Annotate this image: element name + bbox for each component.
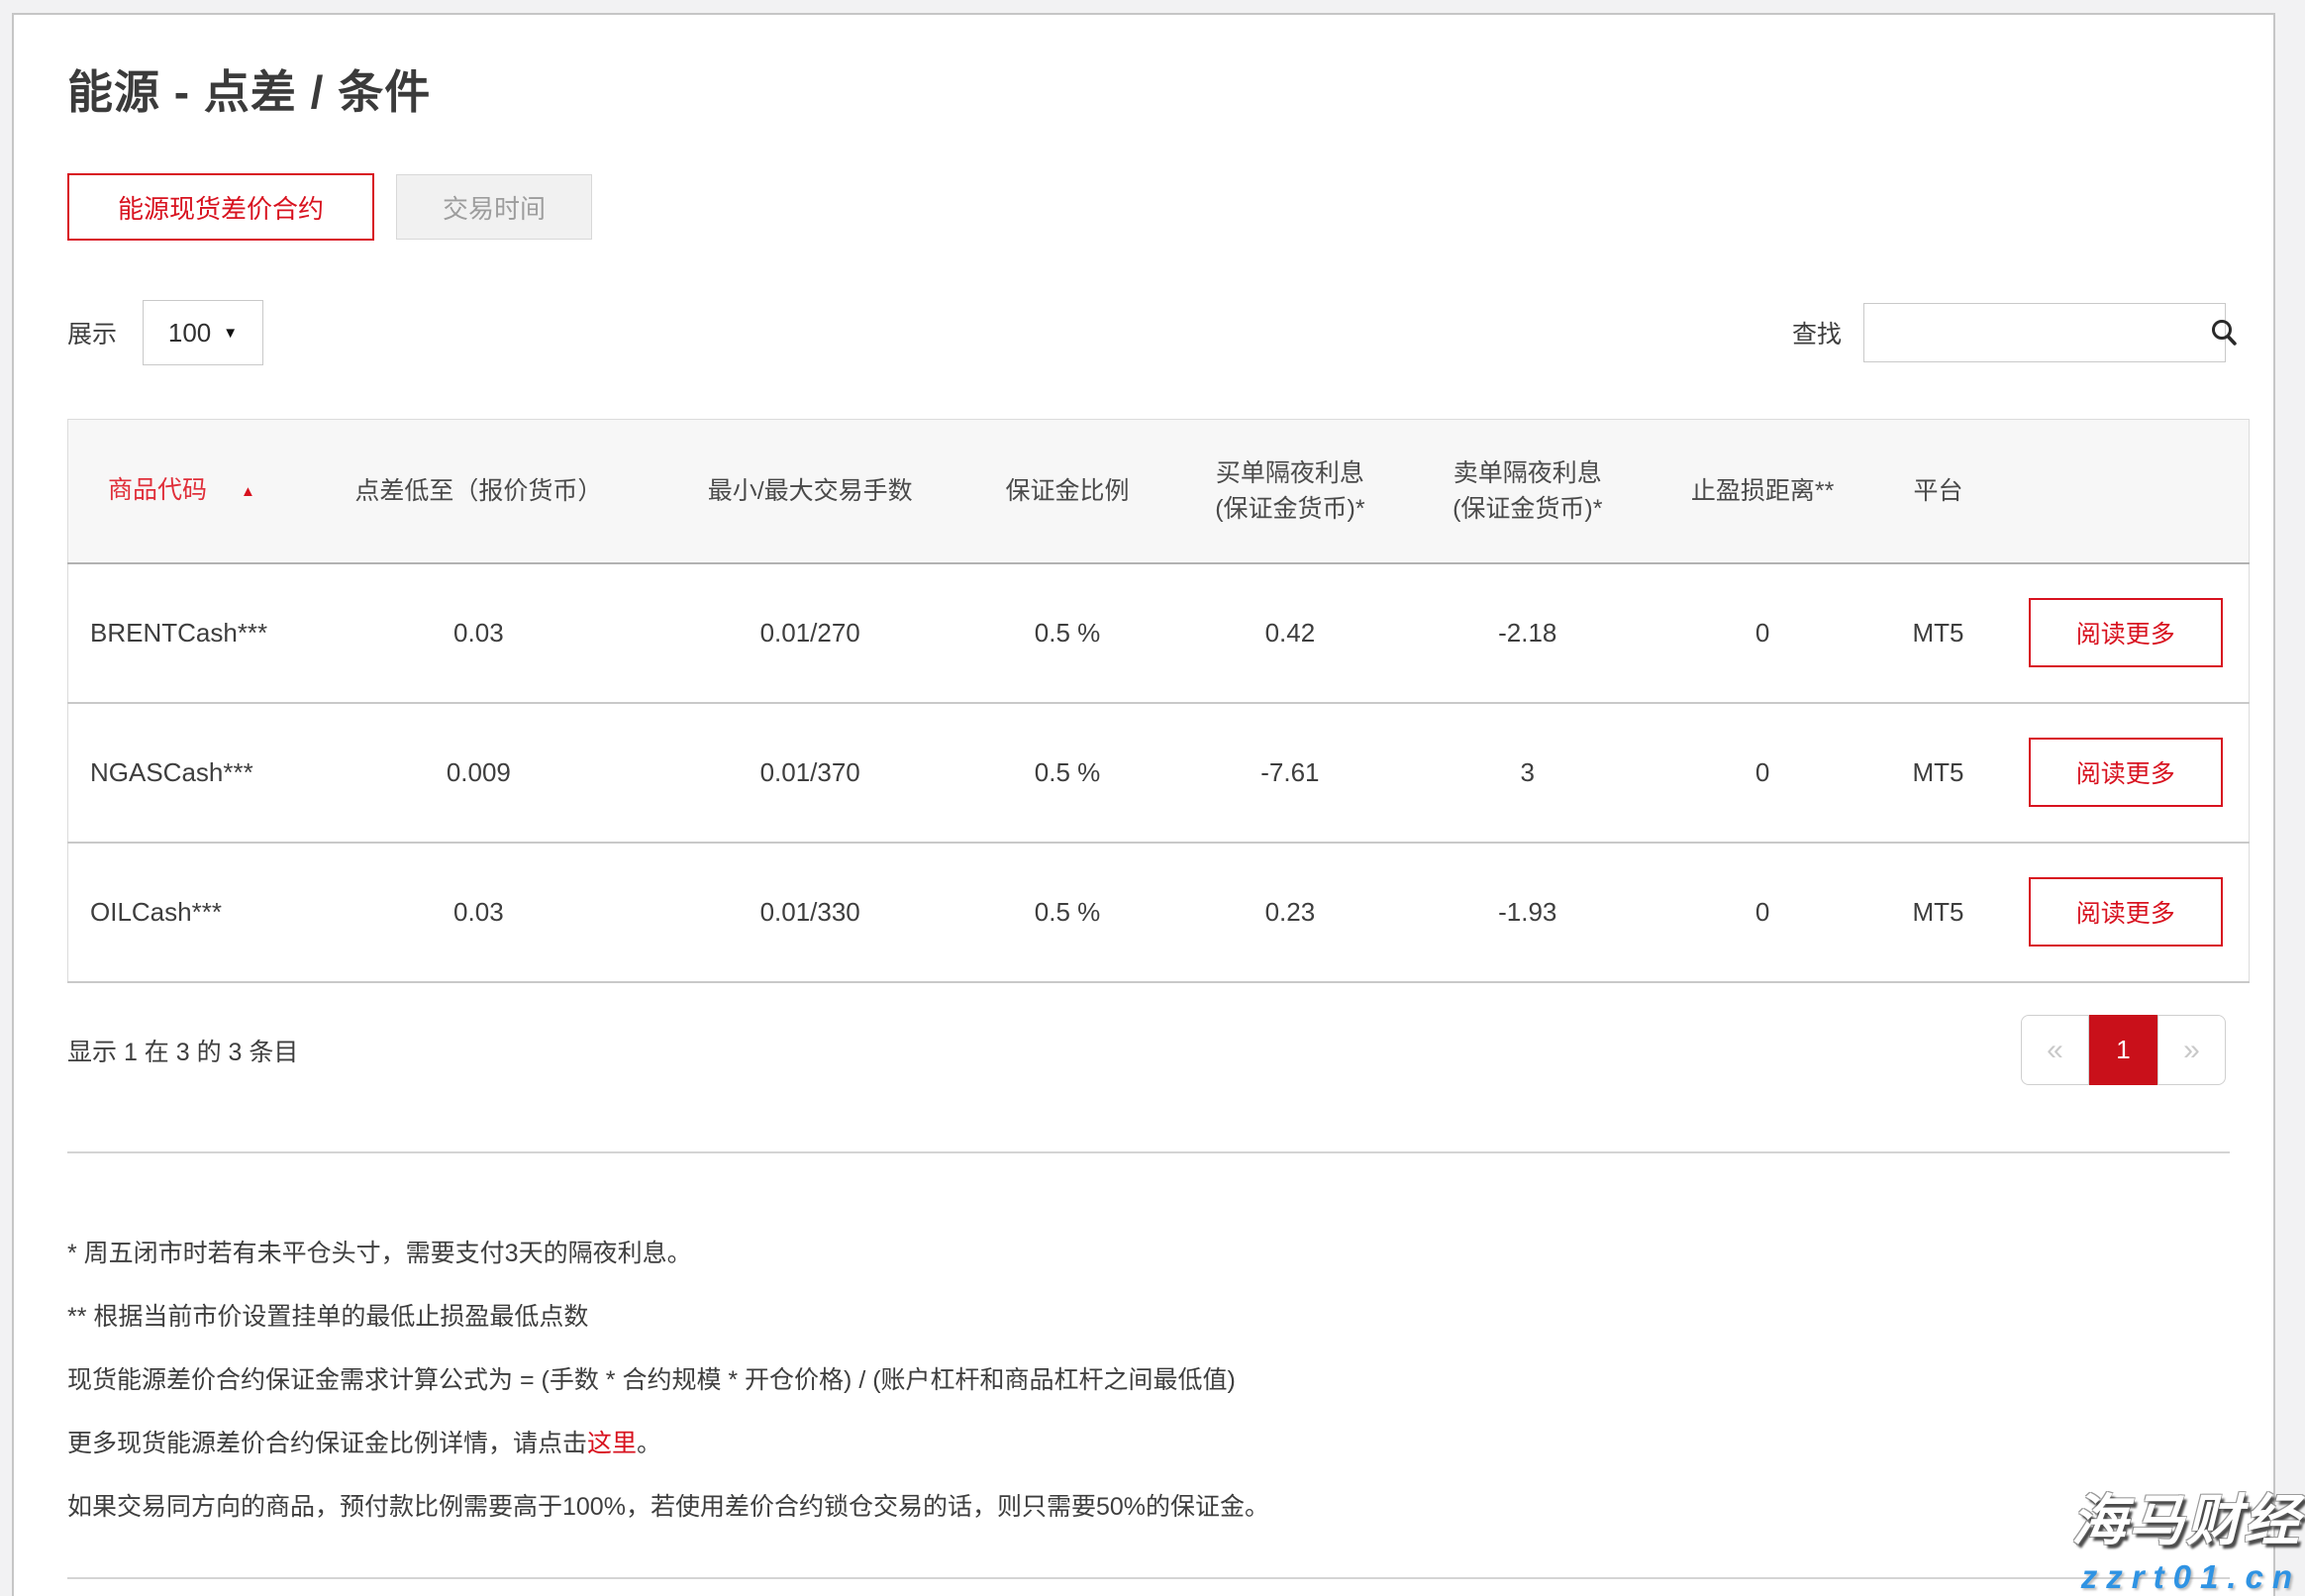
cell-swap-long: 0.42 bbox=[1176, 563, 1404, 703]
cell-symbol: OILCash*** bbox=[68, 843, 296, 982]
cell-stop-distance: 0 bbox=[1652, 843, 1874, 982]
table-controls: 展示 100 ▼ 查找 bbox=[67, 300, 2226, 365]
search-input[interactable] bbox=[1864, 304, 2209, 361]
page-size-select[interactable]: 100 ▼ bbox=[143, 300, 263, 365]
table-row-ngascash: NGASCash*** 0.009 0.01/370 0.5 % -7.61 3… bbox=[68, 703, 2250, 843]
chevron-down-icon: ▼ bbox=[223, 325, 238, 342]
column-header-stop-distance[interactable]: 止盈损距离** bbox=[1652, 420, 1874, 563]
margin-note-suffix: 。 bbox=[637, 1430, 661, 1457]
cell-margin: 0.5 % bbox=[958, 843, 1176, 982]
cell-symbol: BRENTCash*** bbox=[68, 563, 296, 703]
search-icon[interactable] bbox=[2209, 318, 2239, 348]
cell-swap-short: -2.18 bbox=[1404, 563, 1652, 703]
cell-stop-distance: 0 bbox=[1652, 563, 1874, 703]
pagination-prev-button[interactable]: « bbox=[2021, 1015, 2089, 1085]
page-size-group: 展示 100 ▼ bbox=[67, 300, 263, 365]
cell-lots: 0.01/370 bbox=[661, 703, 958, 843]
cell-spread: 0.03 bbox=[295, 843, 661, 982]
tab-bar: 能源现货差价合约 交易时间 bbox=[67, 173, 2273, 241]
cell-spread: 0.03 bbox=[295, 563, 661, 703]
column-header-swap-short[interactable]: 卖单隔夜利息 (保证金货币)* bbox=[1404, 420, 1652, 563]
margin-note-prefix: 更多现货能源差价合约保证金比例详情，请点击 bbox=[67, 1430, 587, 1457]
footnote-margin-details: 更多现货能源差价合约保证金比例详情，请点击这里。 bbox=[67, 1427, 2273, 1460]
cell-stop-distance: 0 bbox=[1652, 703, 1874, 843]
pagination-page-1-button[interactable]: 1 bbox=[2089, 1015, 2157, 1085]
header-row: 商品代码 ▲ 点差低至（报价货币） 最小/最大交易手数 保证金比例 买单隔夜利息 … bbox=[68, 420, 2250, 563]
column-header-symbol[interactable]: 商品代码 ▲ bbox=[68, 420, 296, 563]
cell-spread: 0.009 bbox=[295, 703, 661, 843]
cell-margin: 0.5 % bbox=[958, 703, 1176, 843]
cell-swap-short: -1.93 bbox=[1404, 843, 1652, 982]
footnotes: * 周五闭市时若有未平仓头寸，需要支付3天的隔夜利息。 ** 根据当前市价设置挂… bbox=[67, 1237, 2273, 1524]
table-summary: 显示 1 在 3 的 3 条目 bbox=[67, 1033, 298, 1068]
column-header-spread[interactable]: 点差低至（报价货币） bbox=[295, 420, 661, 563]
bottom-divider bbox=[67, 1577, 2230, 1579]
read-more-button[interactable]: 阅读更多 bbox=[2029, 738, 2223, 807]
cell-lots: 0.01/270 bbox=[661, 563, 958, 703]
cell-swap-long: 0.23 bbox=[1176, 843, 1404, 982]
footnote-margin-formula: 现货能源差价合约保证金需求计算公式为 = (手数 * 合约规模 * 开仓价格) … bbox=[67, 1363, 2273, 1397]
table-row-oilcash: OILCash*** 0.03 0.01/330 0.5 % 0.23 -1.9… bbox=[68, 843, 2250, 982]
column-header-symbol-label: 商品代码 bbox=[108, 476, 207, 504]
footnote-hedged-margin: 如果交易同方向的商品，预付款比例需要高于100%，若使用差价合约锁仓交易的话，则… bbox=[67, 1490, 2273, 1524]
here-link[interactable]: 这里 bbox=[587, 1430, 637, 1457]
content-container: 能源 - 点差 / 条件 能源现货差价合约 交易时间 展示 100 ▼ 查找 bbox=[12, 13, 2275, 1596]
footnote-stop-levels: ** 根据当前市价设置挂单的最低止损盈最低点数 bbox=[67, 1300, 2273, 1334]
column-header-lots[interactable]: 最小/最大交易手数 bbox=[661, 420, 958, 563]
column-header-swap-long[interactable]: 买单隔夜利息 (保证金货币)* bbox=[1176, 420, 1404, 563]
search-box bbox=[1863, 303, 2226, 362]
tab-energy-spot-cfd[interactable]: 能源现货差价合约 bbox=[67, 173, 374, 241]
tab-trading-hours[interactable]: 交易时间 bbox=[396, 174, 592, 240]
sort-asc-icon: ▲ bbox=[241, 483, 255, 500]
search-group: 查找 bbox=[1792, 303, 2226, 362]
section-divider bbox=[67, 1151, 2230, 1153]
search-label: 查找 bbox=[1792, 315, 1842, 350]
conditions-table: 商品代码 ▲ 点差低至（报价货币） 最小/最大交易手数 保证金比例 买单隔夜利息 … bbox=[67, 419, 2250, 983]
show-label: 展示 bbox=[67, 315, 117, 350]
cell-margin: 0.5 % bbox=[958, 563, 1176, 703]
cell-swap-short: 3 bbox=[1404, 703, 1652, 843]
table-row-brentcash: BRENTCash*** 0.03 0.01/270 0.5 % 0.42 -2… bbox=[68, 563, 2250, 703]
column-header-actions bbox=[2002, 420, 2249, 563]
swap-short-line2: (保证金货币)* bbox=[1453, 495, 1602, 523]
cell-symbol: NGASCash*** bbox=[68, 703, 296, 843]
pagination-row: 显示 1 在 3 的 3 条目 « 1 » bbox=[67, 1015, 2226, 1086]
column-header-margin[interactable]: 保证金比例 bbox=[958, 420, 1176, 563]
pagination-next-button[interactable]: » bbox=[2157, 1015, 2226, 1085]
read-more-button[interactable]: 阅读更多 bbox=[2029, 877, 2223, 947]
cell-lots: 0.01/330 bbox=[661, 843, 958, 982]
cell-platform: MT5 bbox=[1874, 703, 2003, 843]
page-title: 能源 - 点差 / 条件 bbox=[67, 56, 2273, 122]
cell-swap-long: -7.61 bbox=[1176, 703, 1404, 843]
swap-long-line2: (保证金货币)* bbox=[1215, 495, 1364, 523]
footnote-weekend-swap: * 周五闭市时若有未平仓头寸，需要支付3天的隔夜利息。 bbox=[67, 1237, 2273, 1270]
swap-short-line1: 卖单隔夜利息 bbox=[1453, 459, 1602, 487]
read-more-button[interactable]: 阅读更多 bbox=[2029, 598, 2223, 667]
cell-platform: MT5 bbox=[1874, 563, 2003, 703]
cell-platform: MT5 bbox=[1874, 843, 2003, 982]
column-header-platform[interactable]: 平台 bbox=[1874, 420, 2003, 563]
page-size-value: 100 bbox=[168, 318, 211, 349]
swap-long-line1: 买单隔夜利息 bbox=[1216, 459, 1364, 487]
pagination: « 1 » bbox=[2021, 1015, 2226, 1085]
